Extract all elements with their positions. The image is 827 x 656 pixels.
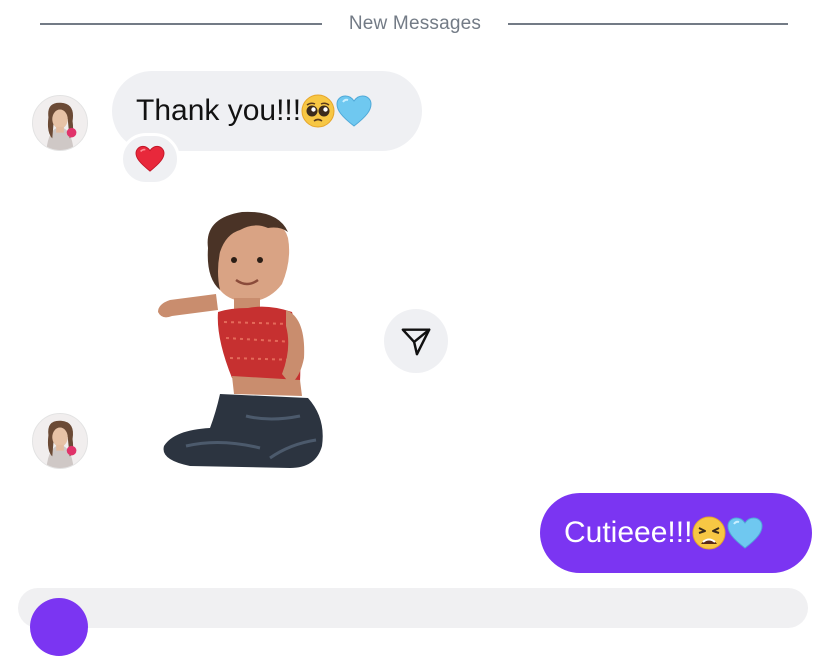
- share-sticker-button[interactable]: [384, 309, 448, 373]
- red-heart-emoji: [135, 145, 165, 172]
- message-composer[interactable]: [18, 588, 808, 656]
- outgoing-message-bubble[interactable]: Cutieee!!!: [540, 493, 812, 573]
- pleading-face-emoji: [301, 94, 335, 128]
- new-messages-label: New Messages: [348, 13, 482, 34]
- message-text: Thank you!!!: [136, 94, 302, 127]
- avatar-image: [33, 414, 87, 468]
- message-reaction[interactable]: [120, 133, 180, 185]
- blue-heart-emoji: [335, 94, 373, 128]
- divider-line-right: [508, 23, 788, 25]
- send-arrow-icon: [401, 328, 431, 356]
- weary-face-emoji: [692, 516, 726, 550]
- sender-avatar[interactable]: [32, 413, 88, 469]
- blue-heart-emoji: [726, 516, 764, 550]
- message-text: Cutieee!!!: [564, 516, 693, 549]
- sender-avatar[interactable]: [32, 95, 88, 151]
- divider-line-left: [40, 23, 322, 25]
- new-messages-divider: New Messages: [40, 13, 788, 35]
- toddler-photo-sticker[interactable]: [150, 208, 330, 470]
- avatar-image: [33, 96, 87, 150]
